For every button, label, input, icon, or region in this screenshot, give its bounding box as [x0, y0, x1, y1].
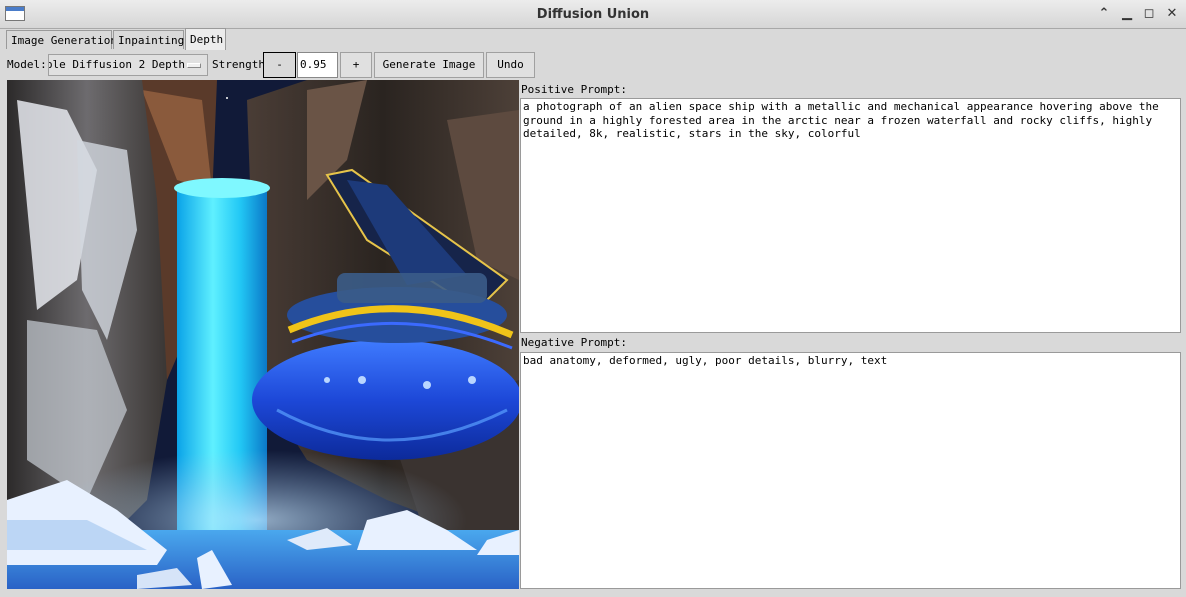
positive-prompt-textarea[interactable]: a photograph of an alien space ship with…: [520, 98, 1181, 333]
generated-image-canvas[interactable]: [7, 80, 519, 589]
strength-label: Strength: [212, 58, 265, 71]
positive-prompt-label: Positive Prompt:: [520, 80, 1182, 99]
model-select[interactable]: Stable Diffusion 2 Depth: [48, 54, 208, 76]
title-bar[interactable]: Diffusion Union ⌃ ▁ ◻ ✕: [0, 0, 1186, 29]
strength-decrement-button[interactable]: -: [263, 52, 296, 78]
window-title: Diffusion Union: [536, 7, 650, 22]
strength-input[interactable]: 0.95: [297, 52, 338, 78]
negative-prompt-textarea[interactable]: bad anatomy, deformed, ugly, poor detail…: [520, 352, 1181, 589]
tab-image-generation[interactable]: Image Generation: [6, 30, 117, 49]
model-label: Model:: [7, 58, 47, 71]
strength-increment-button[interactable]: +: [340, 52, 372, 78]
minimize-window-icon[interactable]: ▁: [1119, 6, 1135, 22]
model-select-value: Stable Diffusion 2 Depth: [49, 58, 185, 71]
toolbar: Model: Stable Diffusion 2 Depth Strength…: [0, 50, 1186, 80]
undo-button[interactable]: Undo: [486, 52, 535, 78]
close-window-icon[interactable]: ✕: [1164, 6, 1180, 22]
shade-window-icon[interactable]: ⌃: [1096, 6, 1112, 22]
generate-image-button[interactable]: Generate Image: [374, 52, 484, 78]
negative-prompt-label: Negative Prompt:: [520, 333, 1182, 352]
tab-inpainting[interactable]: Inpainting: [113, 30, 184, 49]
generated-image: [7, 80, 519, 589]
dropdown-indicator-icon: [187, 63, 201, 68]
maximize-window-icon[interactable]: ◻: [1141, 6, 1157, 22]
tab-depth[interactable]: Depth: [185, 28, 226, 50]
